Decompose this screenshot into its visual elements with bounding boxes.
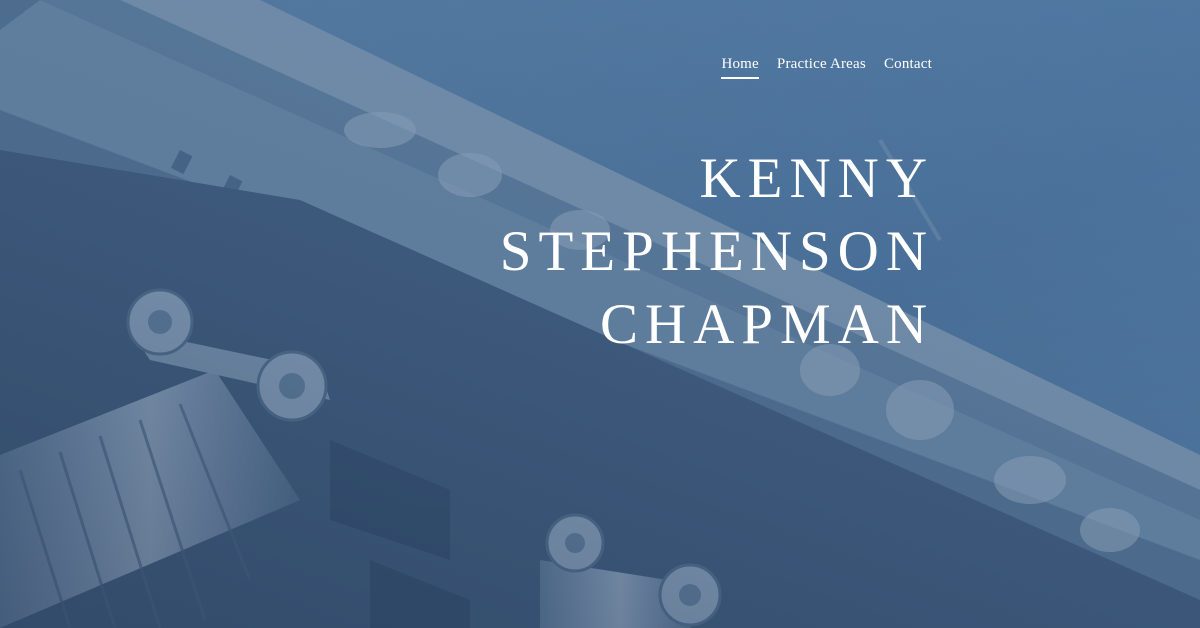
nav-contact-link[interactable]: Contact <box>884 56 932 79</box>
firm-name-title: KENNY STEPHENSON CHAPMAN <box>420 142 934 361</box>
main-nav: Home Practice Areas Contact <box>700 56 932 79</box>
title-line-stephenson: STEPHENSON <box>499 220 934 283</box>
title-line-kenny: KENNY <box>699 147 934 210</box>
nav-home-link[interactable]: Home <box>721 56 759 79</box>
nav-practice-areas-link[interactable]: Practice Areas <box>777 56 866 79</box>
title-line-chapman: CHAPMAN <box>599 293 934 356</box>
